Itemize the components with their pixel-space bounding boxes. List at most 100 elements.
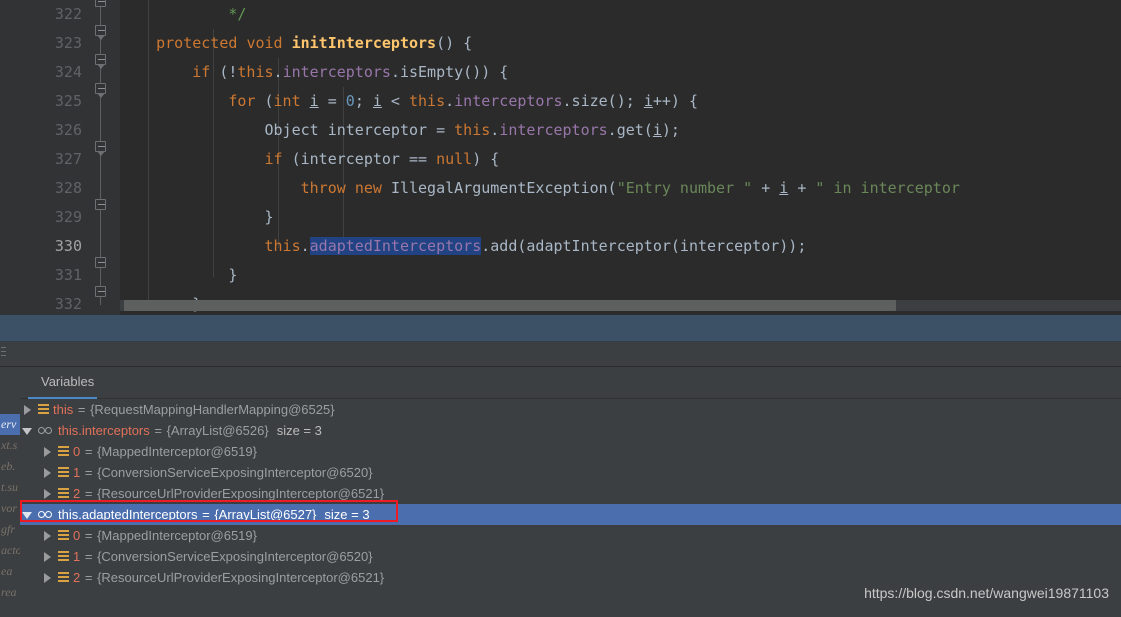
fold-markers[interactable]	[82, 0, 120, 315]
equals-sign: =	[81, 444, 97, 459]
variable-row[interactable]: this = {RequestMappingHandlerMapping@652…	[20, 399, 1121, 420]
fold-toggle-icon[interactable]	[95, 25, 106, 40]
line-number[interactable]: 330	[10, 232, 82, 261]
variable-row[interactable]: this.adaptedInterceptors = {ArrayList@65…	[20, 504, 1121, 525]
variable-row[interactable]: 1 = {ConversionServiceExposingIntercepto…	[20, 546, 1121, 567]
code-token: .size();	[562, 92, 644, 110]
code-editor[interactable]: 322 323 324 325 326 327 328 329 330 331 332 */	[0, 0, 1121, 315]
watermark-url: https://blog.csdn.net/wangwei19871103	[864, 585, 1109, 601]
debug-tabs-row[interactable]: Variables	[20, 367, 1121, 399]
frame-list-item[interactable]: acto	[0, 540, 20, 561]
line-number[interactable]: 325	[10, 87, 82, 116]
code-line[interactable]: */	[120, 0, 1121, 29]
expand-arrow-down-icon[interactable]	[22, 504, 33, 525]
code-lines[interactable]: */ protected void initInterceptors() { i…	[120, 0, 1121, 315]
code-token: if	[192, 63, 211, 81]
frame-list-item[interactable]: ea	[0, 561, 20, 582]
frame-list-item[interactable]: rea	[0, 582, 20, 603]
code-token: ;	[354, 92, 373, 110]
code-line[interactable]: protected void initInterceptors() {	[120, 29, 1121, 58]
code-token: i	[652, 121, 662, 139]
code-token: ) {	[472, 150, 500, 168]
equals-sign: =	[150, 423, 166, 438]
line-number[interactable]: 327	[10, 145, 82, 174]
line-number[interactable]: 331	[10, 261, 82, 290]
code-line[interactable]: this.adaptedInterceptors.add(adaptInterc…	[120, 232, 1121, 261]
code-line[interactable]: if (interceptor == null) {	[120, 145, 1121, 174]
variable-row[interactable]: 1 = {ConversionServiceExposingIntercepto…	[20, 462, 1121, 483]
code-token: }	[120, 208, 274, 226]
line-number[interactable]: 323	[10, 29, 82, 58]
code-token: void	[246, 34, 283, 52]
code-line[interactable]: for (int i = 0; i < this.interceptors.si…	[120, 87, 1121, 116]
object-icon	[58, 483, 69, 504]
collection-size: size = 3	[324, 507, 370, 522]
expand-arrow-right-icon[interactable]	[42, 441, 53, 462]
variable-value: {MappedInterceptor@6519}	[97, 444, 257, 459]
code-token: +	[752, 179, 780, 197]
code-token: new	[354, 179, 382, 197]
code-token: (!	[210, 63, 238, 81]
fold-toggle-icon[interactable]	[95, 0, 106, 7]
frame-list-item[interactable]: vor	[0, 498, 20, 519]
line-number[interactable]: 326	[10, 116, 82, 145]
expand-arrow-right-icon[interactable]	[42, 567, 53, 588]
fold-toggle-icon[interactable]	[95, 199, 106, 210]
expand-arrow-right-icon[interactable]	[22, 399, 33, 420]
fold-toggle-icon[interactable]	[95, 54, 106, 69]
frame-list-item[interactable]: eb.	[0, 456, 20, 477]
line-number[interactable]: 324	[10, 58, 82, 87]
code-line[interactable]: Object interceptor = this.interceptors.g…	[120, 116, 1121, 145]
variable-value: {ResourceUrlProviderExposingInterceptor@…	[97, 486, 385, 501]
code-token: .get(	[607, 121, 653, 139]
code-token: int	[273, 92, 301, 110]
frame-list-item[interactable]: t.su	[0, 477, 20, 498]
line-number[interactable]: 322	[10, 0, 82, 29]
editor-horizontal-scrollbar-thumb[interactable]	[124, 300, 896, 311]
code-token: () {	[436, 34, 473, 52]
line-number[interactable]: 328	[10, 174, 82, 203]
fold-toggle-icon[interactable]	[95, 286, 106, 297]
code-token: =	[318, 92, 346, 110]
debug-toolbar-strip[interactable]	[0, 342, 1121, 367]
code-line[interactable]: if (!this.interceptors.isEmpty()) {	[120, 58, 1121, 87]
expand-arrow-down-icon[interactable]	[22, 420, 33, 441]
expand-arrow-right-icon[interactable]	[42, 483, 53, 504]
frame-list-item[interactable]: erv	[0, 414, 20, 435]
drag-handle-icon[interactable]	[1, 347, 6, 361]
code-token: i	[779, 179, 789, 197]
line-number[interactable]: 329	[10, 203, 82, 232]
variable-row[interactable]: 0 = {MappedInterceptor@6519}	[20, 441, 1121, 462]
editor-fold-gutter[interactable]	[82, 0, 120, 315]
fold-toggle-icon[interactable]	[95, 141, 106, 156]
expand-arrow-right-icon[interactable]	[42, 462, 53, 483]
code-line[interactable]: }	[120, 203, 1121, 232]
frame-list-item[interactable]: xt.s	[0, 435, 20, 456]
variable-row[interactable]: 2 = {ResourceUrlProviderExposingIntercep…	[20, 483, 1121, 504]
frame-list-item[interactable]: gfr	[0, 519, 20, 540]
tab-variables[interactable]: Variables	[28, 367, 107, 399]
variable-row[interactable]: this.interceptors = {ArrayList@6526} size…	[20, 420, 1121, 441]
code-token: .	[273, 63, 283, 81]
editor-line-number-gutter[interactable]: 322 323 324 325 326 327 328 329 330 331 332	[0, 0, 82, 315]
code-token: (interceptor ==	[282, 150, 437, 168]
variable-row[interactable]: 0 = {MappedInterceptor@6519}	[20, 525, 1121, 546]
variable-value: {ArrayList@6527}	[214, 507, 317, 522]
equals-sign: =	[81, 486, 97, 501]
code-token: 0	[345, 92, 355, 110]
fold-toggle-icon[interactable]	[95, 83, 106, 98]
object-icon	[58, 525, 69, 546]
code-line[interactable]: throw new IllegalArgumentException("Entr…	[120, 174, 1121, 203]
expand-arrow-right-icon[interactable]	[42, 546, 53, 567]
line-number[interactable]: 332	[10, 290, 82, 315]
code-token: */	[228, 5, 247, 23]
code-line[interactable]: }	[120, 261, 1121, 290]
variables-panel[interactable]: Variables this = {RequestMappingHandlerM…	[20, 367, 1121, 617]
code-text-area[interactable]: */ protected void initInterceptors() { i…	[120, 0, 1121, 315]
code-token: " in interceptor	[815, 179, 960, 197]
fold-toggle-icon[interactable]	[95, 257, 106, 268]
expand-arrow-right-icon[interactable]	[42, 525, 53, 546]
frames-panel-truncated[interactable]: erv xt.s eb. t.su vor gfr acto ea rea	[0, 367, 20, 617]
